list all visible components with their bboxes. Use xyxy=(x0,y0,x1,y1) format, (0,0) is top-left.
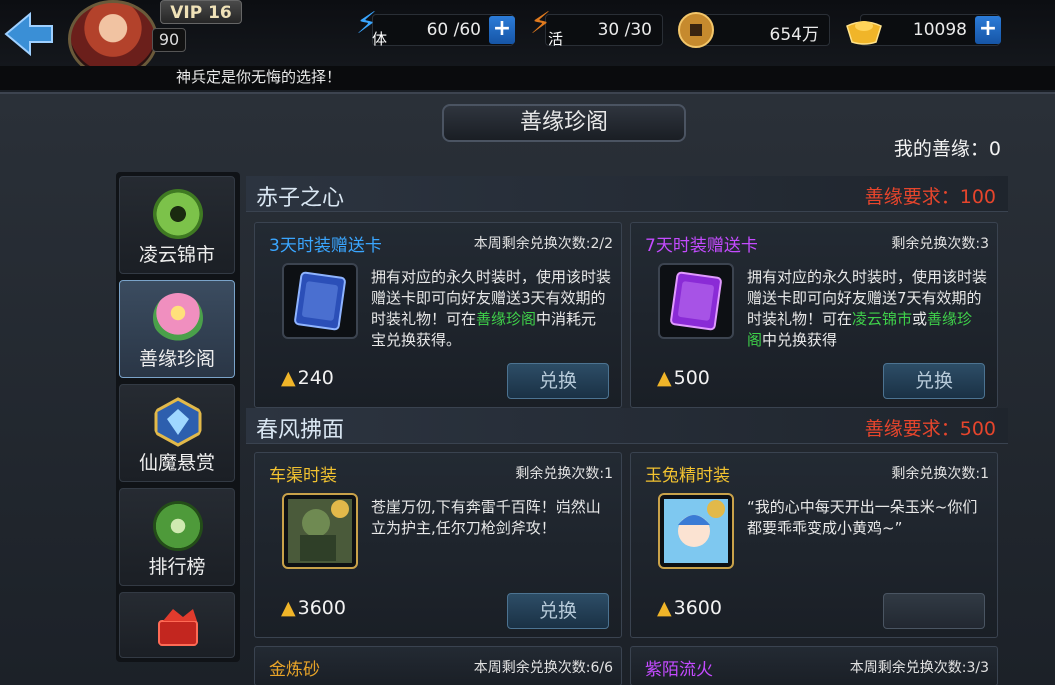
blue-gift-card-icon xyxy=(294,271,346,331)
gold-value: 10098 xyxy=(912,20,967,40)
vip-badge: VIP 16 xyxy=(160,0,242,24)
section-header: 春风拂面 善缘要求：500 xyxy=(246,408,1008,444)
gold-ingot-icon: ▲ xyxy=(281,367,296,389)
item-limit: 本周剩余兑换次数:2/2 xyxy=(473,236,613,252)
sidebar-item-label: 仙魔悬赏 xyxy=(138,452,215,474)
back-arrow-icon xyxy=(4,11,53,57)
item-cost: ▲ 3600 xyxy=(281,597,346,619)
energy-value: 30 /30 xyxy=(597,20,652,40)
shop-content: 赤子之心 善缘要求：100 3天时装赠送卡 本周剩余兑换次数:2/2 拥有对应的… xyxy=(246,172,1008,685)
item-description: 苍崖万仞,下有奔雷千百阵！岿然山立为护主,任尔刀枪剑斧攻！ xyxy=(371,498,601,537)
top-bar: VIP 16 90 60 /60 + ⚡ 体 30 /30 ⚡ 活 654万 1… xyxy=(0,0,1055,78)
item-cost: ▲ 240 xyxy=(281,367,334,389)
item-thumbnail[interactable] xyxy=(658,493,734,569)
jade-medal-icon xyxy=(153,501,203,551)
stamina-label: 体 xyxy=(372,30,388,48)
coins-value: 654万 xyxy=(769,25,819,45)
page-title: 善缘珍阁 xyxy=(442,104,686,142)
item-card: 7天时装赠送卡 剩余兑换次数:3 拥有对应的永久时装时，使用该时装赠送卡即可向好… xyxy=(630,222,998,408)
sidebar-item-label: 善缘珍阁 xyxy=(138,348,215,370)
sidebar-item-label: 凌云锦市 xyxy=(138,244,215,266)
item-thumbnail[interactable] xyxy=(282,263,358,339)
item-title: 7天时装赠送卡 xyxy=(645,236,758,256)
exchange-button[interactable]: 兑换 xyxy=(507,593,609,629)
exchange-button[interactable]: 兑换 xyxy=(507,363,609,399)
armored-warrior-portrait-icon xyxy=(288,499,352,563)
item-limit: 剩余兑换次数:1 xyxy=(891,466,989,482)
item-limit: 本周剩余兑换次数:3/3 xyxy=(849,660,989,676)
sidebar-item-karma-shop[interactable]: 善缘珍阁 xyxy=(119,280,235,378)
red-chest-icon xyxy=(158,609,198,646)
sidebar-item-label: 排行榜 xyxy=(148,556,206,578)
section-header: 赤子之心 善缘要求：100 xyxy=(246,176,1008,212)
stamina-value: 60 /60 xyxy=(426,20,481,40)
sidebar-item-more[interactable] xyxy=(119,592,235,658)
item-limit: 本周剩余兑换次数:6/6 xyxy=(473,660,613,676)
back-button[interactable] xyxy=(0,8,56,60)
exchange-button[interactable]: 兑换 xyxy=(883,363,985,399)
item-cost: ▲ 500 xyxy=(657,367,710,389)
item-thumbnail[interactable] xyxy=(282,493,358,569)
item-description: 拥有对应的永久时装时，使用该时装赠送卡即可向好友赠送3天有效期的时装礼物！可在善… xyxy=(371,268,612,349)
stamina-bar: 60 /60 + xyxy=(372,14,515,46)
item-card: 金炼砂 本周剩余兑换次数:6/6 xyxy=(254,646,622,685)
item-card: 车渠时装 剩余兑换次数:1 苍崖万仞,下有奔雷千百阵！岿然山立为护主,任尔刀枪剑… xyxy=(254,452,622,638)
lotus-icon xyxy=(153,293,203,343)
item-cost: ▲ 3600 xyxy=(657,597,722,619)
diamond-badge-icon xyxy=(154,397,202,447)
sidebar-item-bounty[interactable]: 仙魔悬赏 xyxy=(119,384,235,482)
gold-ingot-icon: ▲ xyxy=(657,597,672,619)
section-requirement: 善缘要求：500 xyxy=(864,418,996,440)
item-title: 紫陌流火 xyxy=(645,660,713,680)
item-title: 金炼砂 xyxy=(269,660,320,680)
level-badge: 90 xyxy=(152,28,186,52)
rabbit-spirit-portrait-icon xyxy=(664,499,728,563)
item-card: 紫陌流火 本周剩余兑换次数:3/3 xyxy=(630,646,998,685)
section-requirement: 善缘要求：100 xyxy=(864,186,996,208)
sidebar-item-lingyun-market[interactable]: 凌云锦市 xyxy=(119,176,235,274)
section-name: 春风拂面 xyxy=(256,418,345,443)
gold-ingot-icon xyxy=(846,21,882,45)
gold-ingot-icon: ▲ xyxy=(281,597,296,619)
my-karma-score: 我的善缘：0 xyxy=(893,138,1001,160)
gold-add-button[interactable]: + xyxy=(975,16,1001,44)
purple-gift-card-icon xyxy=(670,271,722,331)
item-card: 3天时装赠送卡 本周剩余兑换次数:2/2 拥有对应的永久时装时，使用该时装赠送卡… xyxy=(254,222,622,408)
item-title: 玉兔精时装 xyxy=(645,466,730,486)
sidebar: 凌云锦市 善缘珍阁 仙魔悬赏 排行榜 xyxy=(116,172,240,662)
item-description: 拥有对应的永久时装时，使用该时装赠送卡即可向好友赠送7天有效期的时装礼物！可在凌… xyxy=(747,268,988,349)
item-title: 车渠时装 xyxy=(269,466,337,486)
item-card: 玉兔精时装 剩余兑换次数:1 “我的心中每天开出一朵玉米~你们都要乖乖变成小黄鸡… xyxy=(630,452,998,638)
copper-coin-icon xyxy=(678,12,714,48)
stamina-add-button[interactable]: + xyxy=(489,16,515,44)
item-limit: 剩余兑换次数:3 xyxy=(891,236,989,252)
jade-disc-icon xyxy=(153,189,203,239)
gold-ingot-icon: ▲ xyxy=(657,367,672,389)
item-limit: 剩余兑换次数:1 xyxy=(515,466,613,482)
energy-label: 活 xyxy=(548,30,564,48)
item-description: “我的心中每天开出一朵玉米~你们都要乖乖变成小黄鸡~” xyxy=(747,498,978,537)
announcement-text: 神兵定是你无悔的选择！ xyxy=(176,68,342,86)
item-thumbnail[interactable] xyxy=(658,263,734,339)
exchange-button-disabled[interactable] xyxy=(883,593,985,629)
section-name: 赤子之心 xyxy=(256,186,345,211)
announcement-marquee: 神兵定是你无悔的选择！ xyxy=(0,66,1055,90)
item-title: 3天时装赠送卡 xyxy=(269,236,382,256)
sidebar-item-ranking[interactable]: 排行榜 xyxy=(119,488,235,586)
